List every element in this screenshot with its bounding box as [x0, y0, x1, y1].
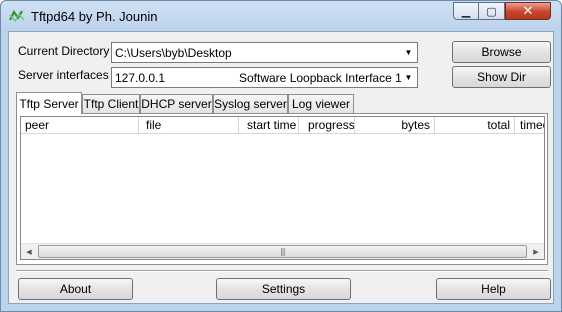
- tab-log-viewer[interactable]: Log viewer: [288, 94, 354, 113]
- tab-tftp-client[interactable]: Tftp Client: [82, 94, 140, 113]
- divider: [16, 270, 548, 272]
- scroll-right-icon[interactable]: ▶: [528, 244, 544, 259]
- show-dir-button[interactable]: Show Dir: [452, 66, 551, 88]
- column-file[interactable]: file: [139, 117, 239, 133]
- server-interfaces-label: Server interfaces: [18, 68, 109, 82]
- settings-button[interactable]: Settings: [216, 278, 351, 300]
- current-directory-value: C:\Users\byb\Desktop: [115, 46, 232, 60]
- app-window: Tftpd64 by Ph. Jounin ▁ ▢ ✕ Current Dire…: [0, 0, 562, 312]
- column-peer[interactable]: peer: [21, 117, 139, 133]
- server-interfaces-combo[interactable]: 127.0.0.1 Software Loopback Interface 1 …: [111, 67, 418, 88]
- scrollbar-thumb[interactable]: |||: [38, 245, 527, 258]
- column-progress[interactable]: progress: [299, 117, 355, 133]
- main-panel: Current Directory C:\Users\byb\Desktop ▼…: [8, 31, 554, 304]
- server-interface-ip: 127.0.0.1: [115, 71, 166, 85]
- current-directory-combo[interactable]: C:\Users\byb\Desktop ▼: [111, 42, 418, 63]
- title-bar[interactable]: Tftpd64 by Ph. Jounin ▁ ▢ ✕: [1, 1, 561, 31]
- grip-icon: |||: [279, 247, 286, 256]
- column-timeout[interactable]: timeo.: [515, 117, 544, 133]
- list-header: peer file start time progress bytes tota…: [21, 117, 544, 134]
- close-button[interactable]: ✕: [505, 2, 551, 20]
- tftpd-app-icon: [9, 9, 25, 23]
- tab-syslog-server[interactable]: Syslog server: [213, 94, 288, 113]
- maximize-button[interactable]: ▢: [479, 2, 505, 20]
- window-title: Tftpd64 by Ph. Jounin: [31, 9, 158, 24]
- maximize-icon: ▢: [486, 4, 497, 18]
- help-button[interactable]: Help: [436, 278, 551, 300]
- tab-panel-tftp-server: peer file start time progress bytes tota…: [16, 113, 548, 265]
- tab-dhcp-server[interactable]: DHCP server: [140, 94, 213, 113]
- scroll-left-icon[interactable]: ◀: [21, 244, 37, 259]
- transfer-list[interactable]: peer file start time progress bytes tota…: [20, 116, 545, 260]
- minimize-icon: ▁: [461, 4, 471, 18]
- column-total[interactable]: total: [435, 117, 515, 133]
- current-directory-label: Current Directory: [18, 44, 110, 58]
- about-button[interactable]: About: [18, 278, 133, 300]
- column-bytes[interactable]: bytes: [355, 117, 435, 133]
- column-start-time[interactable]: start time: [239, 117, 299, 133]
- tab-tftp-server[interactable]: Tftp Server: [16, 92, 82, 114]
- horizontal-scrollbar[interactable]: ◀ ||| ▶: [21, 243, 544, 259]
- minimize-button[interactable]: ▁: [453, 2, 479, 20]
- close-icon: ✕: [522, 3, 534, 19]
- chevron-down-icon[interactable]: ▼: [400, 68, 417, 87]
- chevron-down-icon[interactable]: ▼: [400, 43, 417, 62]
- browse-button[interactable]: Browse: [452, 41, 551, 63]
- server-interface-name: Software Loopback Interface 1: [239, 71, 402, 85]
